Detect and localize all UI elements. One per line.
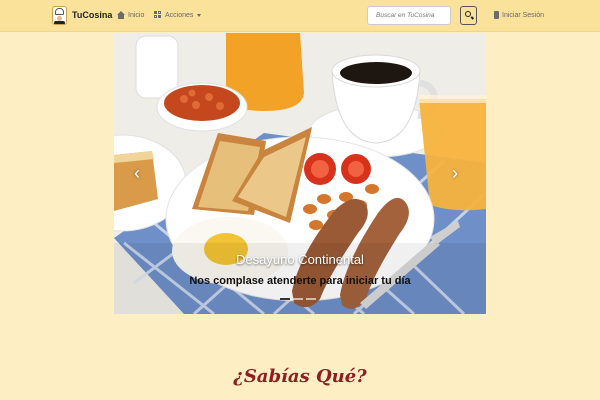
carousel-indicators bbox=[280, 298, 316, 300]
search-button[interactable] bbox=[460, 6, 477, 25]
carousel: Desayuno Continental Nos complase atende… bbox=[114, 33, 486, 314]
search-input[interactable] bbox=[367, 6, 451, 25]
nav-home[interactable]: Inicio bbox=[117, 11, 144, 19]
home-icon bbox=[117, 11, 125, 19]
nav-actions-label: Acciones bbox=[165, 11, 194, 19]
user-icon bbox=[494, 11, 499, 19]
slide-title: Desayuno Continental bbox=[236, 252, 364, 267]
navbar: TuCosina Inicio Acciones Iniciar Sesión bbox=[0, 0, 600, 32]
carousel-next-button[interactable]: › bbox=[452, 163, 458, 184]
nav-home-label: Inicio bbox=[128, 11, 145, 19]
section-title: ¿Sabías Qué? bbox=[233, 366, 367, 387]
nav-login-label: Iniciar Sesión bbox=[502, 11, 545, 19]
carousel-indicator[interactable] bbox=[306, 298, 316, 300]
breakfast-slide-image bbox=[114, 33, 486, 314]
nav-login[interactable]: Iniciar Sesión bbox=[494, 11, 544, 19]
carousel-indicator[interactable] bbox=[280, 298, 290, 300]
chef-logo-icon[interactable] bbox=[52, 6, 67, 25]
chevron-down-icon bbox=[197, 13, 202, 17]
carousel-prev-button[interactable]: ‹ bbox=[134, 163, 140, 184]
tools-icon bbox=[154, 11, 162, 19]
carousel-indicator[interactable] bbox=[293, 298, 303, 300]
slide-subtitle: Nos complase atenderte para iniciar tu d… bbox=[189, 275, 411, 287]
nav-actions-dropdown[interactable]: Acciones bbox=[154, 11, 202, 19]
brand-name[interactable]: TuCosina bbox=[72, 10, 112, 20]
